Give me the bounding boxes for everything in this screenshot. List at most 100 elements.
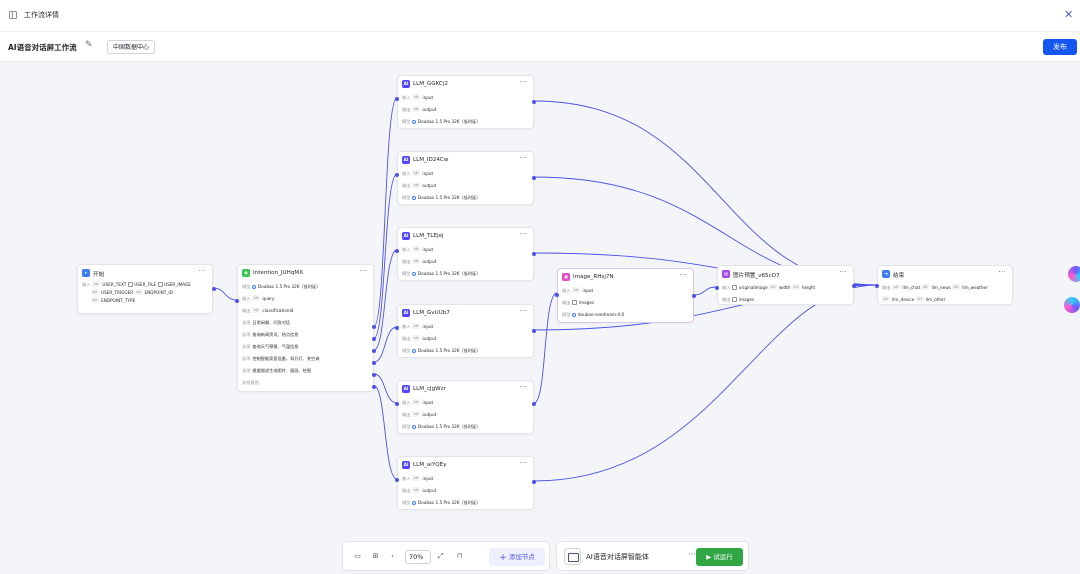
node-llm-id24cw[interactable]: AI LLM_ID24Cw ··· 输入 str input 输出 str output…: [395, 151, 536, 205]
assistant-icon[interactable]: [1068, 266, 1080, 282]
input-port[interactable]: [875, 284, 879, 288]
node-llm-aiyqey[interactable]: AI LLM_aiYQEy ··· 输入 str input 输出 str output…: [395, 456, 536, 510]
input-port[interactable]: [395, 249, 399, 253]
input-port[interactable]: [395, 97, 399, 101]
node-inputs-row: str ENDPOINT_TYPE: [91, 297, 136, 303]
input-port[interactable]: [395, 478, 399, 482]
input-port[interactable]: [395, 173, 399, 177]
layout-icon[interactable]: ⊞: [371, 552, 380, 561]
output-port[interactable]: [532, 402, 536, 406]
node-menu-icon[interactable]: ···: [520, 308, 527, 315]
node-menu-icon[interactable]: ···: [199, 268, 206, 275]
option-row: 选项 查询新闻资讯、热点信息: [242, 332, 299, 337]
model-row: 模型 Doubao 1.5 Pro 32K（低时延）: [402, 119, 481, 124]
input-port[interactable]: [395, 402, 399, 406]
node-menu-icon[interactable]: ···: [520, 155, 527, 162]
play-icon: ▶: [706, 553, 712, 561]
doubao-icon: [412, 271, 417, 276]
input-row: 输入 str input: [402, 323, 434, 329]
add-node-button[interactable]: + 添加节点: [489, 548, 545, 566]
agent-avatar: [564, 548, 581, 565]
output-row: 输出 str output: [402, 487, 437, 493]
doubao-icon: [412, 348, 417, 353]
node-menu-icon[interactable]: ···: [840, 269, 847, 276]
output-port[interactable]: [692, 294, 696, 298]
output-row: 输出 images: [722, 297, 755, 302]
zoom-select[interactable]: 70%: [405, 550, 431, 564]
file-icon: [127, 282, 133, 287]
option-port[interactable]: [372, 373, 376, 377]
input-row: 输入 str input: [562, 287, 594, 293]
node-title: LLM_aiYQEy: [413, 462, 447, 468]
node-menu-icon[interactable]: ···: [680, 272, 687, 279]
assistant-secondary-icon[interactable]: [1064, 297, 1080, 313]
image-icon: [157, 282, 163, 287]
edge-intention-llm3: [373, 249, 398, 351]
input-row: 输入 str input: [402, 170, 434, 176]
image-gen-icon: ▣: [562, 273, 570, 281]
edge-intention-llm6: [373, 385, 398, 480]
node-end[interactable]: ⇥ 结束 ··· 输出 str llm_chat str llm_news str ll…: [875, 265, 1013, 305]
output-port[interactable]: [532, 329, 536, 333]
node-llm-ggkcj2[interactable]: AI LLM_GGKCj2 ··· 输入 str input 输出 str output…: [395, 75, 536, 129]
pointer-icon[interactable]: ‹: [388, 552, 397, 561]
option-port[interactable]: [372, 325, 376, 329]
node-image-generation[interactable]: ▣ Image_RHsj7N ··· 输入 str input 输出 images 模…: [555, 268, 696, 323]
node-llm-cjgwzr[interactable]: AI LLM_cJgWzr ··· 输入 str input 输出 str output…: [395, 380, 536, 434]
llm-icon: AI: [402, 461, 410, 469]
input-port[interactable]: [235, 299, 239, 303]
node-menu-icon[interactable]: ···: [520, 460, 527, 467]
more-icon[interactable]: ···: [688, 550, 696, 559]
node-intention[interactable]: ◉ Intention_JUHqMX ··· 模型 Doubao 1.5 Pro …: [235, 264, 376, 392]
model-row: 模型 doubao-seedream-4.0: [562, 312, 625, 317]
node-llm-tlejej[interactable]: AI LLM_TLEjej ··· 输入 str input 输出 str output…: [395, 227, 536, 281]
node-menu-icon[interactable]: ···: [520, 231, 527, 238]
llm-icon: AI: [402, 309, 410, 317]
node-title: Image_RHsj7N: [573, 274, 614, 280]
option-port[interactable]: [372, 337, 376, 341]
input-port[interactable]: [715, 286, 719, 290]
node-menu-icon[interactable]: ···: [520, 79, 527, 86]
image-type-icon: [732, 297, 738, 302]
llm-icon: AI: [402, 385, 410, 393]
input-port[interactable]: [555, 293, 559, 297]
option-row: 选项 查询天气预报、气温信息: [242, 344, 299, 349]
node-llm-gvuub7[interactable]: AI LLM_GvUUb7 ··· 输入 str input 输出 str output…: [395, 304, 536, 358]
option-port[interactable]: [372, 361, 376, 365]
output-row: 输出 str output: [402, 335, 437, 341]
node-menu-icon[interactable]: ···: [520, 384, 527, 391]
input-row: 输入 str input: [402, 475, 434, 481]
model-row: 模型 Doubao 1.5 Pro 32K（低时延）: [402, 424, 481, 429]
llm-icon: AI: [402, 80, 410, 88]
doubao-icon: [412, 195, 417, 200]
node-menu-icon[interactable]: ···: [360, 268, 367, 275]
output-port[interactable]: [852, 284, 856, 288]
end-icon: ⇥: [882, 270, 890, 278]
doubao-icon: [412, 119, 417, 124]
node-image-preview[interactable]: ▤ 图片预置_v65cO7 ··· 输入 originalImage int wid…: [715, 265, 856, 305]
image-type-icon: [572, 300, 578, 305]
output-port[interactable]: [532, 176, 536, 180]
lock-icon[interactable]: ⊓: [455, 552, 464, 561]
output-port[interactable]: [532, 480, 536, 484]
agent-name: AI语音对话屏智能体: [586, 553, 649, 561]
output-port[interactable]: [532, 100, 536, 104]
node-inputs-row: str USER_TRIGGER str ENDPOINT_ID: [91, 289, 173, 295]
input-row: 输入 str input: [402, 94, 434, 100]
node-menu-icon[interactable]: ···: [999, 269, 1006, 276]
model-row: 模型 Doubao 1.5 Pro 32K（低时延）: [402, 348, 481, 353]
option-row: 选项 根据描述生成图片、插画、绘图: [242, 368, 312, 373]
option-port[interactable]: [372, 349, 376, 353]
node-start[interactable]: ▸ 开始 ··· 输入 str USER_TEXT USER_FILE USER_I…: [77, 264, 216, 314]
node-title: 结束: [893, 273, 905, 279]
option-port[interactable]: [372, 385, 376, 389]
option-row: 选项 日常闲聊、问答对话: [242, 320, 291, 325]
doubao-icon: [572, 312, 577, 317]
output-port[interactable]: [212, 287, 216, 291]
input-port[interactable]: [395, 326, 399, 330]
edge-start-intention: [212, 287, 238, 301]
minimap-icon[interactable]: ▭: [353, 552, 362, 561]
test-run-button[interactable]: ▶ 试运行: [696, 548, 743, 566]
fit-view-icon[interactable]: ⤢: [436, 552, 445, 561]
output-port[interactable]: [532, 252, 536, 256]
